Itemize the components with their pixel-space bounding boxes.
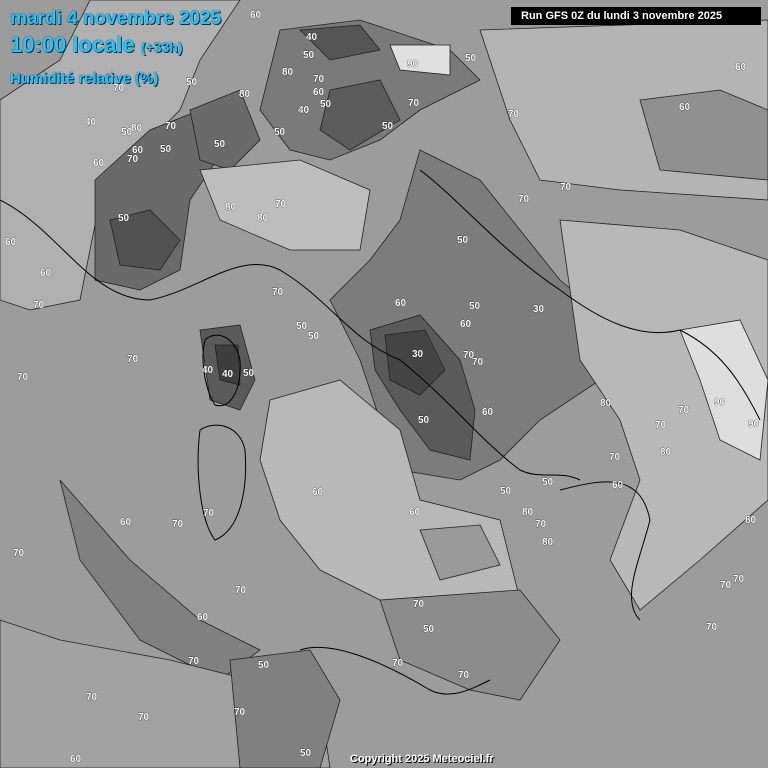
copyright: Copyright 2025 Meteociel.fr <box>350 753 494 765</box>
run-info: Run GFS 0Z du lundi 3 novembre 2025 <box>511 7 761 25</box>
contour-label: 50 <box>160 144 172 155</box>
contour-label: 40 <box>85 117 97 128</box>
contour-label: 90 <box>407 59 419 70</box>
contour-label: 60 <box>313 87 325 98</box>
contour-label: 70 <box>272 287 284 298</box>
contour-label: 70 <box>234 707 246 718</box>
contour-label: 50 <box>118 213 130 224</box>
contour-label: 50 <box>214 139 226 150</box>
contour-label: 70 <box>609 452 621 463</box>
contour-label: 60 <box>132 145 144 156</box>
contour-label: 70 <box>138 712 150 723</box>
contour-label: 50 <box>258 660 270 671</box>
contour-label: 70 <box>172 519 184 530</box>
contour-label: 40 <box>298 105 310 116</box>
contour-label: 70 <box>86 692 98 703</box>
contour-label: 70 <box>706 622 718 633</box>
contour-label: 50 <box>303 50 315 61</box>
contour-label: 50 <box>274 127 286 138</box>
contour-label: 50 <box>243 368 255 379</box>
contour-label: 50 <box>320 99 332 110</box>
contour-label: 80 <box>522 507 534 518</box>
contour-label: 70 <box>392 658 404 669</box>
contour-label: 60 <box>679 102 691 113</box>
contour-label: 60 <box>40 268 52 279</box>
contour-label: 50 <box>457 235 469 246</box>
contour-label: 70 <box>655 420 667 431</box>
contour-label: 70 <box>127 354 139 365</box>
contour-label: 70 <box>472 357 484 368</box>
forecast-date: mardi 4 novembre 2025 <box>10 8 222 29</box>
contour-label: 90 <box>748 419 760 430</box>
contour-label: 30 <box>533 304 545 315</box>
contour-label: 60 <box>93 158 105 169</box>
contour-label: 60 <box>70 754 82 765</box>
contour-label: 70 <box>508 109 520 120</box>
contour-label: 50 <box>465 53 477 64</box>
contour-label: 80 <box>225 202 237 213</box>
contour-label: 40 <box>202 365 214 376</box>
contour-label: 70 <box>17 372 29 383</box>
contour-label: 70 <box>408 98 420 109</box>
contour-label: 70 <box>413 599 425 610</box>
contour-label: 50 <box>296 321 308 332</box>
contour-label: 60 <box>460 319 472 330</box>
forecast-offset: (+33h) <box>140 39 183 55</box>
contour-label: 70 <box>458 670 470 681</box>
forecast-time: 10:00 locale (+33h) <box>10 32 183 58</box>
contour-label: 50 <box>469 301 481 312</box>
contour-label: 40 <box>222 369 234 380</box>
contour-label: 50 <box>418 415 430 426</box>
contour-label: 70 <box>13 548 25 559</box>
variable-name: Humidité relative (%) <box>10 70 159 87</box>
contour-label: 50 <box>423 624 435 635</box>
contour-label: 80 <box>660 447 672 458</box>
contour-label: 30 <box>412 349 424 360</box>
contour-label: 60 <box>250 10 262 21</box>
contour-label: 90 <box>714 397 726 408</box>
contour-label: 70 <box>678 405 690 416</box>
contour-label: 50 <box>542 477 554 488</box>
contour-label: 70 <box>165 121 177 132</box>
contour-label: 60 <box>409 507 421 518</box>
contour-label: 70 <box>720 580 732 591</box>
contour-label: 70 <box>203 508 215 519</box>
local-time: 10:00 locale <box>10 32 135 57</box>
contour-label: 60 <box>735 62 747 73</box>
contour-label: 60 <box>482 407 494 418</box>
contour-label: 60 <box>395 298 407 309</box>
contour-label: 60 <box>612 480 624 491</box>
contour-label: 80 <box>542 537 554 548</box>
contour-label: 70 <box>535 519 547 530</box>
contour-label: 50 <box>308 331 320 342</box>
contour-label: 70 <box>33 300 45 311</box>
contour-label: 60 <box>120 517 132 528</box>
contour-label: 60 <box>5 237 17 248</box>
contour-label: 80 <box>131 123 143 134</box>
contour-label: 70 <box>275 199 287 210</box>
contour-label: 70 <box>313 74 325 85</box>
contour-label: 40 <box>306 32 318 43</box>
contour-label: 80 <box>600 398 612 409</box>
contour-label: 70 <box>560 182 572 193</box>
contour-label: 50 <box>300 748 312 759</box>
contour-label: 80 <box>745 515 757 526</box>
map-canvas: 604050509050608070608050 7050706070504050… <box>0 0 768 768</box>
contour-label: 70 <box>188 656 200 667</box>
contour-label: 50 <box>500 486 512 497</box>
contour-label: 50 <box>186 77 198 88</box>
contour-label: 70 <box>235 585 247 596</box>
contour-label: 80 <box>282 67 294 78</box>
contour-label: 70 <box>518 194 530 205</box>
contour-label: 50 <box>382 121 394 132</box>
contour-label: 80 <box>257 213 269 224</box>
contour-label: 60 <box>197 612 209 623</box>
contour-label: 70 <box>733 574 745 585</box>
humidity-map: 60 40 50 50 90 50 60 80 70 60 80 50 70 50 70 60 70 50 40 50… <box>0 0 768 768</box>
contour-label: 80 <box>239 89 251 100</box>
contour-label: 60 <box>312 487 324 498</box>
